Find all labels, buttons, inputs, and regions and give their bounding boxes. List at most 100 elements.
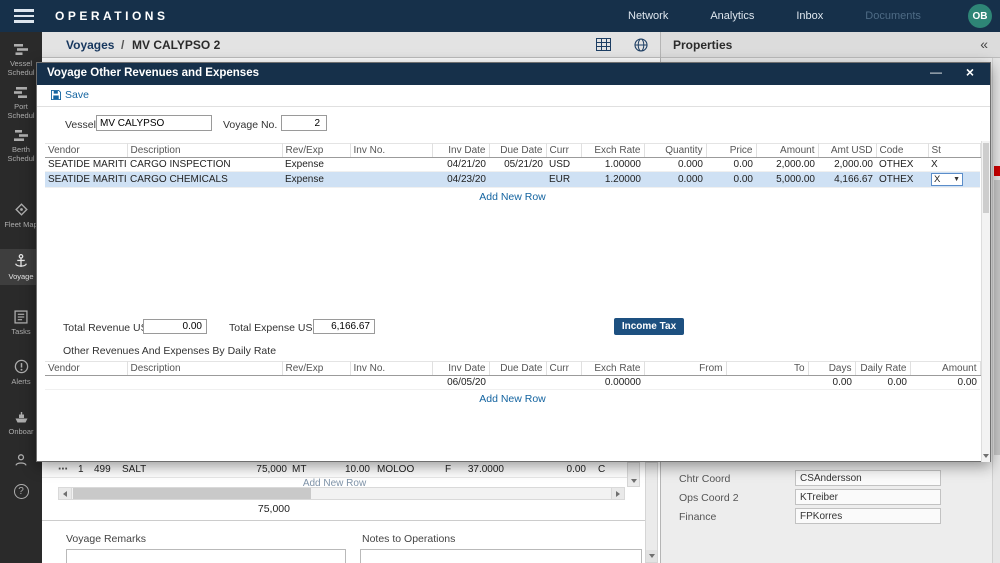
cell-amt-usd[interactable]: 4,166.67: [818, 172, 876, 188]
cell-due-date[interactable]: [489, 172, 546, 188]
minimize-icon[interactable]: —: [928, 65, 944, 81]
scroll-right-icon[interactable]: [611, 488, 624, 499]
scrollbar-thumb[interactable]: [983, 143, 989, 213]
globe-icon[interactable]: [634, 38, 648, 57]
cell-amount[interactable]: 2,000.00: [756, 158, 818, 172]
table-row-selected[interactable]: SEATIDE MARITIM CARGO CHEMICALS Expense …: [45, 172, 980, 188]
notes-to-operations-textarea[interactable]: [360, 549, 642, 563]
nav-inbox[interactable]: Inbox: [796, 10, 823, 22]
add-new-row-link[interactable]: Add New Row: [45, 191, 980, 203]
vessel-field[interactable]: [96, 115, 212, 131]
cell-code[interactable]: OTHEX: [876, 172, 928, 188]
cell-quantity[interactable]: 0.000: [644, 172, 706, 188]
col-inv-date: Inv Date: [432, 362, 489, 376]
cell-curr[interactable]: USD: [546, 158, 581, 172]
cell-inv-no[interactable]: [350, 172, 432, 188]
collapse-panel-icon[interactable]: «: [980, 36, 988, 52]
finance-field[interactable]: [795, 508, 941, 524]
cell-description[interactable]: CARGO CHEMICALS: [127, 172, 282, 188]
cell-vendor[interactable]: SEATIDE MARITIM: [45, 172, 127, 188]
row-menu-icon[interactable]: ⋯: [58, 464, 74, 475]
add-new-row-link[interactable]: Add New Row: [45, 393, 980, 405]
cell-quantity[interactable]: 0.000: [644, 158, 706, 172]
avatar[interactable]: OB: [968, 4, 992, 28]
cell-due-date[interactable]: [489, 376, 546, 390]
cell-from[interactable]: [644, 376, 726, 390]
cell-daily-rate[interactable]: 0.00: [855, 376, 910, 390]
col-rev-exp: Rev/Exp: [282, 362, 350, 376]
col-daily-rate: Daily Rate: [855, 362, 910, 376]
voyage-no-field[interactable]: [281, 115, 327, 131]
cell-curr[interactable]: [546, 376, 581, 390]
col-vendor: Vendor: [45, 362, 127, 376]
cell-price[interactable]: 0.00: [706, 158, 756, 172]
voyage-remarks-textarea[interactable]: [66, 549, 346, 563]
scroll-left-icon[interactable]: [59, 488, 72, 499]
scroll-down-icon[interactable]: [982, 451, 990, 461]
cargo-amount: 0.00: [540, 464, 586, 475]
cell-vendor[interactable]: [45, 376, 127, 390]
save-button[interactable]: Save: [51, 89, 89, 101]
cell-rev-exp[interactable]: [282, 376, 350, 390]
properties-scrollbar[interactable]: [992, 58, 1000, 563]
cell-curr[interactable]: EUR: [546, 172, 581, 188]
cell-vendor[interactable]: SEATIDE MARITIM: [45, 158, 127, 172]
nav-analytics[interactable]: Analytics: [710, 10, 754, 22]
total-revenue-field[interactable]: [143, 319, 207, 334]
cell-code[interactable]: OTHEX: [876, 158, 928, 172]
dialog-header[interactable]: Voyage Other Revenues and Expenses — ×: [37, 63, 990, 85]
col-days: Days: [808, 362, 855, 376]
voyage-other-revenues-expenses-dialog: Voyage Other Revenues and Expenses — × S…: [36, 62, 991, 462]
cell-inv-no[interactable]: [350, 376, 432, 390]
cell-inv-no[interactable]: [350, 158, 432, 172]
cell-description[interactable]: CARGO INSPECTION: [127, 158, 282, 172]
cell-inv-date[interactable]: 04/23/20: [432, 172, 489, 188]
cell-exch-rate[interactable]: 1.20000: [581, 172, 644, 188]
scrollbar-thumb[interactable]: [73, 488, 311, 499]
table-row[interactable]: SEATIDE MARITIM CARGO INSPECTION Expense…: [45, 158, 980, 172]
cell-rev-exp[interactable]: Expense: [282, 172, 350, 188]
table-view-icon[interactable]: [596, 38, 611, 56]
cell-days[interactable]: 0.00: [808, 376, 855, 390]
cell-exch-rate[interactable]: 1.00000: [581, 158, 644, 172]
sidebar-item-help[interactable]: ?: [0, 479, 42, 503]
close-icon[interactable]: ×: [962, 64, 978, 80]
col-due-date: Due Date: [489, 362, 546, 376]
menu-icon[interactable]: [14, 9, 34, 23]
cell-due-date[interactable]: 05/21/20: [489, 158, 546, 172]
alerts-icon: [14, 359, 29, 374]
property-row: Ops Coord 2: [661, 489, 1000, 507]
cell-to[interactable]: [726, 376, 808, 390]
cell-rev-exp[interactable]: Expense: [282, 158, 350, 172]
user-icon: [14, 453, 28, 467]
col-exch-rate: Exch Rate: [581, 144, 644, 158]
income-tax-button[interactable]: Income Tax: [614, 318, 684, 335]
breadcrumb-voyages[interactable]: Voyages: [66, 38, 114, 52]
cell-inv-date[interactable]: 06/05/20: [432, 376, 489, 390]
scrollbar-thumb[interactable]: [994, 180, 1000, 455]
total-expense-label: Total Expense USD: [229, 322, 320, 334]
cell-amt-usd[interactable]: 2,000.00: [818, 158, 876, 172]
cargo-table-row[interactable]: ⋯ 1 499 SALT 75,000 MT 10.00 MOLOO F 37.…: [42, 462, 627, 478]
cell-st[interactable]: X: [928, 158, 980, 172]
cell-description[interactable]: [127, 376, 282, 390]
cell-amount[interactable]: 5,000.00: [756, 172, 818, 188]
cell-amount[interactable]: 0.00: [910, 376, 980, 390]
total-expense-field[interactable]: [313, 319, 375, 334]
table-row[interactable]: 06/05/20 0.00000 0.00 0.00 0.00: [45, 376, 980, 390]
chtr-coord-field[interactable]: [795, 470, 941, 486]
scroll-down-icon[interactable]: [628, 475, 639, 486]
divider: [42, 520, 645, 521]
ops-coord-2-field[interactable]: [795, 489, 941, 505]
st-dropdown[interactable]: X ▼: [931, 173, 963, 186]
cell-exch-rate[interactable]: 0.00000: [581, 376, 644, 390]
cell-inv-date[interactable]: 04/21/20: [432, 158, 489, 172]
voyage-icon: [14, 254, 28, 269]
property-row: Chtr Coord: [661, 470, 1000, 488]
table-header-row: Vendor Description Rev/Exp Inv No. Inv D…: [45, 144, 980, 158]
scroll-down-icon[interactable]: [646, 550, 657, 562]
vessel-label: Vessel: [65, 119, 96, 131]
cell-price[interactable]: 0.00: [706, 172, 756, 188]
breadcrumb-separator: /: [121, 38, 124, 52]
nav-network[interactable]: Network: [628, 10, 668, 22]
